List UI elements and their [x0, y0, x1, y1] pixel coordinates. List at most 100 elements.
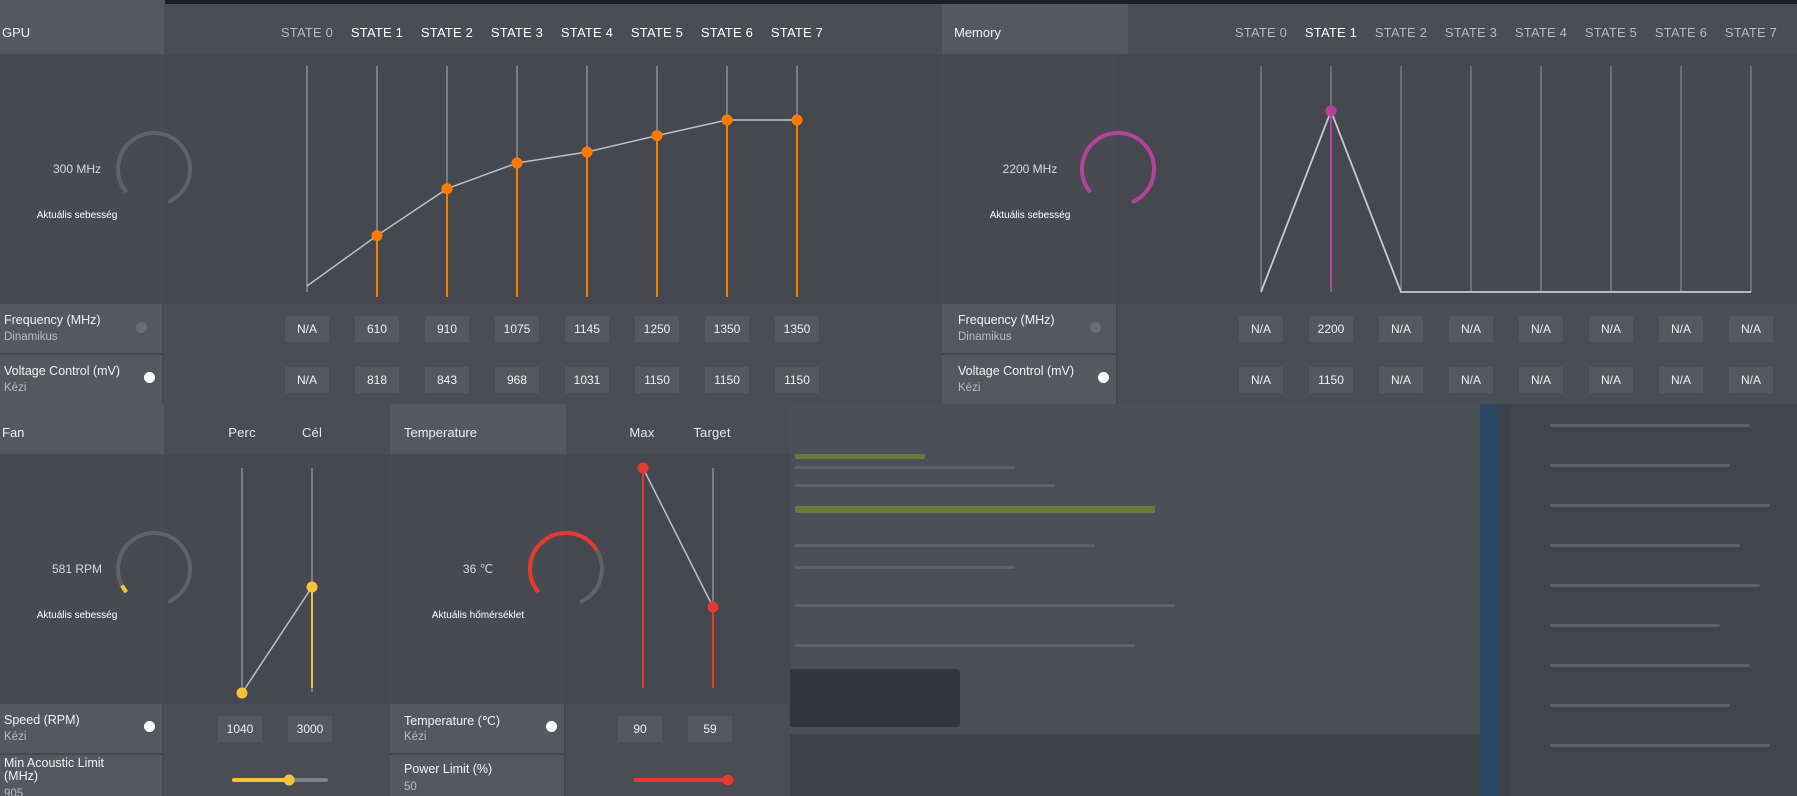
memory-frequency-cell[interactable]: N/A: [1659, 316, 1703, 342]
gpu-state-handle[interactable]: [511, 157, 523, 169]
memory-frequency-cell[interactable]: N/A: [1449, 316, 1493, 342]
gpu-voltage-cell[interactable]: 818: [355, 367, 399, 393]
memory-voltage-cell[interactable]: N/A: [1519, 367, 1563, 393]
temperature-label: Temperature (℃): [404, 714, 501, 728]
gpu-frequency-cell[interactable]: 1075: [495, 316, 539, 342]
memory-state-2[interactable]: STATE 2: [1371, 4, 1431, 54]
background-line: [1550, 744, 1770, 747]
background-line: [1550, 584, 1760, 587]
gpu-frequency-row: [164, 304, 942, 354]
background-line: [1550, 424, 1750, 427]
gpu-state-handle[interactable]: [371, 230, 383, 242]
memory-state-7[interactable]: STATE 7: [1721, 4, 1781, 54]
memory-state-handle[interactable]: [1325, 105, 1337, 117]
memory-frequency-cell[interactable]: 2200: [1309, 316, 1353, 342]
gpu-title: GPU: [0, 4, 164, 54]
memory-frequency-cell[interactable]: N/A: [1729, 316, 1773, 342]
fan-acoustic-value: 905: [4, 788, 24, 796]
gpu-state-handle[interactable]: [441, 183, 453, 195]
memory-voltage-cell[interactable]: N/A: [1239, 367, 1283, 393]
fan-header: Fan Perc Cél: [0, 404, 390, 454]
gpu-frequency-cell[interactable]: N/A: [285, 316, 329, 342]
gpu-state-6[interactable]: STATE 6: [697, 4, 757, 54]
memory-state-4[interactable]: STATE 4: [1511, 4, 1571, 54]
memory-state-6[interactable]: STATE 6: [1651, 4, 1711, 54]
temperature-target-cell[interactable]: 59: [688, 716, 732, 742]
gpu-voltage-cell[interactable]: 1150: [775, 367, 819, 393]
background-line: [795, 466, 1015, 469]
temperature-max-cell[interactable]: 90: [618, 716, 662, 742]
memory-frequency-cell[interactable]: N/A: [1519, 316, 1563, 342]
memory-voltage-cell[interactable]: N/A: [1379, 367, 1423, 393]
gpu-frequency-cell[interactable]: 610: [355, 316, 399, 342]
background-line: [1550, 664, 1750, 667]
temperature-gauge-value: 36 ℃: [462, 562, 494, 576]
background-line: [795, 604, 1175, 607]
memory-voltage-toggle[interactable]: [1098, 372, 1109, 383]
gpu-state-handle[interactable]: [791, 114, 803, 126]
background-line: [1550, 624, 1720, 627]
gpu-state-4[interactable]: STATE 4: [557, 4, 617, 54]
gpu-voltage-label-box: Voltage Control (mV) Kézi: [0, 355, 162, 404]
temperature-toggle[interactable]: [546, 721, 557, 732]
gpu-frequency-cell[interactable]: 1350: [775, 316, 819, 342]
memory-voltage-cell[interactable]: N/A: [1589, 367, 1633, 393]
gpu-voltage-row: [164, 354, 942, 404]
temperature-title: Temperature: [390, 404, 566, 454]
gpu-state-chart[interactable]: [164, 54, 942, 303]
fan-acoustic-slider-thumb[interactable]: [283, 774, 295, 786]
memory-state-chart[interactable]: [1118, 54, 1797, 303]
temperature-curve-chart[interactable]: [566, 454, 790, 704]
memory-voltage-cell[interactable]: 1150: [1309, 367, 1353, 393]
memory-frequency-toggle[interactable]: [1090, 322, 1101, 333]
gpu-state-7[interactable]: STATE 7: [767, 4, 827, 54]
temperature-target-handle[interactable]: [707, 601, 719, 613]
gpu-voltage-label: Voltage Control (mV): [4, 364, 121, 378]
memory-state-1[interactable]: STATE 1: [1301, 4, 1361, 54]
memory-frequency-cell[interactable]: N/A: [1379, 316, 1423, 342]
gpu-state-handle[interactable]: [721, 114, 733, 126]
gpu-state-0[interactable]: STATE 0: [277, 4, 337, 54]
gpu-state-handle[interactable]: [581, 146, 593, 158]
fan-min-handle[interactable]: [236, 687, 248, 699]
power-limit-slider[interactable]: [566, 754, 790, 796]
fan-speed-target-cell[interactable]: 3000: [288, 716, 332, 742]
memory-state-3[interactable]: STATE 3: [1441, 4, 1501, 54]
gpu-voltage-cell[interactable]: 968: [495, 367, 539, 393]
gpu-curve-line: [306, 119, 797, 287]
power-limit-slider-thumb[interactable]: [722, 774, 734, 786]
gpu-voltage-cell[interactable]: N/A: [285, 367, 329, 393]
fan-acoustic-label-box: Min Acoustic Limit (MHz) 905: [0, 755, 162, 796]
gpu-voltage-toggle[interactable]: [144, 372, 155, 383]
gpu-voltage-cell[interactable]: 1150: [705, 367, 749, 393]
gpu-state-handle[interactable]: [651, 130, 663, 142]
fan-speed-min-cell[interactable]: 1040: [218, 716, 262, 742]
gpu-frequency-cell[interactable]: 1250: [635, 316, 679, 342]
memory-voltage-cell[interactable]: N/A: [1729, 367, 1773, 393]
memory-voltage-cell[interactable]: N/A: [1449, 367, 1493, 393]
gpu-voltage-cell[interactable]: 1150: [635, 367, 679, 393]
fan-speed-toggle[interactable]: [144, 721, 155, 732]
temperature-max-handle[interactable]: [637, 462, 649, 474]
fan-acoustic-slider[interactable]: [164, 754, 390, 796]
memory-state-5[interactable]: STATE 5: [1581, 4, 1641, 54]
gpu-state-1[interactable]: STATE 1: [347, 4, 407, 54]
background-line: [1550, 544, 1740, 547]
memory-state-0[interactable]: STATE 0: [1231, 4, 1291, 54]
gpu-voltage-cell[interactable]: 1031: [565, 367, 609, 393]
gpu-frequency-cell[interactable]: 1145: [565, 316, 609, 342]
gpu-state-3[interactable]: STATE 3: [487, 4, 547, 54]
memory-frequency-cell[interactable]: N/A: [1589, 316, 1633, 342]
gpu-state-5[interactable]: STATE 5: [627, 4, 687, 54]
memory-voltage-cell[interactable]: N/A: [1659, 367, 1703, 393]
fan-curve-chart[interactable]: [164, 454, 390, 704]
fan-target-handle[interactable]: [306, 581, 318, 593]
background-line: [795, 506, 1155, 513]
gpu-state-2[interactable]: STATE 2: [417, 4, 477, 54]
gpu-frequency-cell[interactable]: 1350: [705, 316, 749, 342]
memory-frequency-cell[interactable]: N/A: [1239, 316, 1283, 342]
gpu-frequency-cell[interactable]: 910: [425, 316, 469, 342]
gpu-voltage-cell[interactable]: 843: [425, 367, 469, 393]
background-strip: [1480, 404, 1498, 796]
gpu-frequency-toggle[interactable]: [136, 322, 147, 333]
